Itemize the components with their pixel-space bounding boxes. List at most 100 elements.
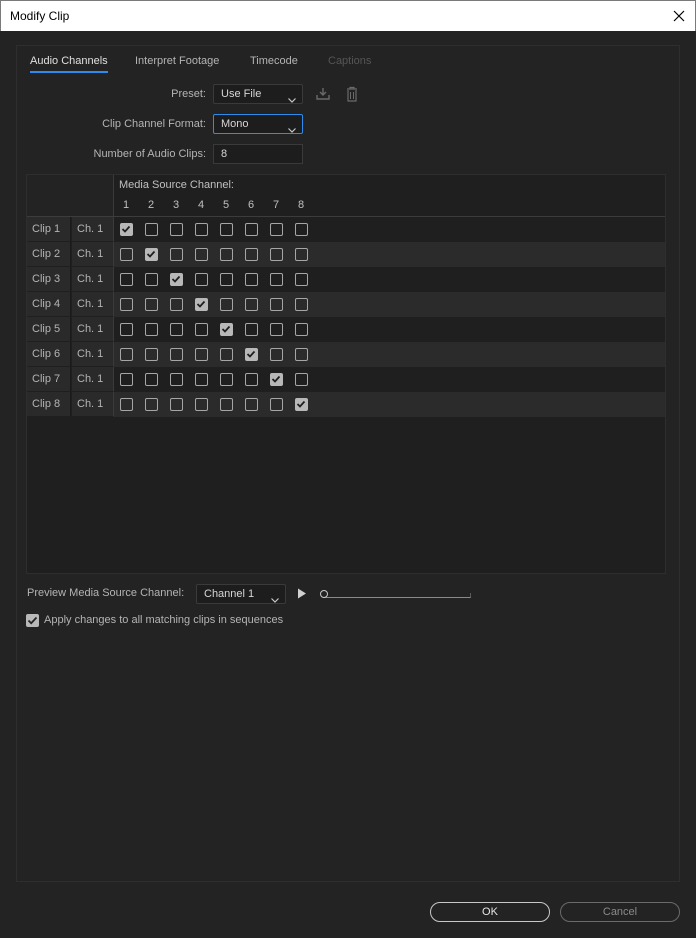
channel-checkbox[interactable] xyxy=(295,323,308,336)
media-source-channel-label: Media Source Channel: xyxy=(119,179,234,191)
channel-checkbox[interactable] xyxy=(295,223,308,236)
channel-checkbox[interactable] xyxy=(170,398,183,411)
channel-checkbox[interactable] xyxy=(145,323,158,336)
channel-checkbox[interactable] xyxy=(120,373,133,386)
channel-checkbox[interactable] xyxy=(245,223,258,236)
preset-dropdown[interactable]: Use File xyxy=(213,84,303,104)
clip-channel-cell: Ch. 1 xyxy=(72,317,114,342)
channel-checkbox[interactable] xyxy=(195,398,208,411)
channel-checkbox[interactable] xyxy=(270,248,283,261)
checkmark-icon xyxy=(246,350,256,358)
clip-channel-format-label: Clip Channel Format: xyxy=(102,118,206,130)
clip-channel-format-dropdown[interactable]: Mono xyxy=(213,114,303,134)
preview-slider-track[interactable] xyxy=(323,593,471,598)
channel-checkbox[interactable] xyxy=(145,248,158,261)
checkmark-icon xyxy=(121,225,131,233)
apply-all-label: Apply changes to all matching clips in s… xyxy=(44,614,284,626)
channel-checkbox[interactable] xyxy=(170,273,183,286)
preview-channel-dropdown[interactable]: Channel 1 xyxy=(196,584,286,604)
channel-checkbox[interactable] xyxy=(295,248,308,261)
ok-button[interactable]: OK xyxy=(430,902,550,922)
channel-checkbox[interactable] xyxy=(220,248,233,261)
channel-checkbox[interactable] xyxy=(170,223,183,236)
column-number: 4 xyxy=(197,199,205,211)
channel-checkbox[interactable] xyxy=(145,373,158,386)
channel-checkbox[interactable] xyxy=(220,373,233,386)
channel-checkbox[interactable] xyxy=(220,348,233,361)
channel-checkbox[interactable] xyxy=(170,348,183,361)
channel-checkbox[interactable] xyxy=(270,323,283,336)
clip-channel-cell: Ch. 1 xyxy=(72,217,114,242)
channel-checkbox[interactable] xyxy=(245,273,258,286)
channel-checkbox[interactable] xyxy=(195,273,208,286)
channel-checkbox[interactable] xyxy=(195,248,208,261)
channel-checkbox[interactable] xyxy=(120,298,133,311)
channel-checkbox[interactable] xyxy=(220,398,233,411)
grid-header-corner xyxy=(27,175,114,216)
channel-checkbox[interactable] xyxy=(145,398,158,411)
channel-checkbox[interactable] xyxy=(195,323,208,336)
channel-checkbox[interactable] xyxy=(245,373,258,386)
channel-checkbox[interactable] xyxy=(295,298,308,311)
close-icon[interactable] xyxy=(667,4,691,28)
column-number: 5 xyxy=(222,199,230,211)
clip-channel-cell: Ch. 1 xyxy=(72,392,114,417)
play-icon[interactable] xyxy=(297,588,307,602)
channel-checkbox[interactable] xyxy=(270,398,283,411)
channel-checkbox[interactable] xyxy=(170,373,183,386)
channel-checkbox[interactable] xyxy=(145,273,158,286)
channel-checkbox[interactable] xyxy=(170,323,183,336)
channel-checkbox[interactable] xyxy=(145,298,158,311)
table-row: Clip 3 Ch. 1 xyxy=(27,267,665,292)
column-number: 2 xyxy=(147,199,155,211)
window-title: Modify Clip xyxy=(10,9,70,23)
table-row: Clip 8 Ch. 1 xyxy=(27,392,665,417)
channel-checkbox[interactable] xyxy=(120,273,133,286)
tab-interpret-footage[interactable]: Interpret Footage xyxy=(135,55,219,71)
channel-checkbox[interactable] xyxy=(270,373,283,386)
channel-checkbox[interactable] xyxy=(195,373,208,386)
channel-checkbox[interactable] xyxy=(120,323,133,336)
channel-checkbox[interactable] xyxy=(120,248,133,261)
channel-checkbox[interactable] xyxy=(120,223,133,236)
channel-checkbox[interactable] xyxy=(220,298,233,311)
channel-checkbox[interactable] xyxy=(270,273,283,286)
preview-channel-value: Channel 1 xyxy=(204,588,255,600)
num-audio-clips-field[interactable]: 8 xyxy=(213,144,303,164)
channel-checkbox[interactable] xyxy=(120,348,133,361)
channel-checkbox[interactable] xyxy=(220,223,233,236)
cancel-button[interactable]: Cancel xyxy=(560,902,680,922)
tab-timecode[interactable]: Timecode xyxy=(250,55,298,71)
channel-checkbox[interactable] xyxy=(170,298,183,311)
channel-checkbox[interactable] xyxy=(245,398,258,411)
channel-checkbox[interactable] xyxy=(295,348,308,361)
channel-checkbox[interactable] xyxy=(195,348,208,361)
clip-channel-cell: Ch. 1 xyxy=(72,242,114,267)
channel-checkbox[interactable] xyxy=(170,248,183,261)
channel-checkbox[interactable] xyxy=(220,273,233,286)
apply-all-checkbox[interactable] xyxy=(26,614,39,627)
channel-checkbox[interactable] xyxy=(245,323,258,336)
channel-checkbox[interactable] xyxy=(120,398,133,411)
channel-checkbox[interactable] xyxy=(145,223,158,236)
channel-checkbox[interactable] xyxy=(295,373,308,386)
channel-checkbox[interactable] xyxy=(245,248,258,261)
tab-audio-channels[interactable]: Audio Channels xyxy=(30,55,108,73)
channel-checkbox[interactable] xyxy=(245,348,258,361)
channel-checkbox[interactable] xyxy=(270,223,283,236)
checkmark-icon xyxy=(296,400,306,408)
channel-checkbox[interactable] xyxy=(220,323,233,336)
preview-slider-handle[interactable] xyxy=(320,590,328,598)
channel-checkbox[interactable] xyxy=(195,223,208,236)
channel-checkbox[interactable] xyxy=(270,348,283,361)
channel-checkbox[interactable] xyxy=(245,298,258,311)
save-preset-icon[interactable] xyxy=(314,86,332,102)
checkmark-icon xyxy=(271,375,281,383)
channel-checkbox[interactable] xyxy=(295,398,308,411)
channel-checkbox[interactable] xyxy=(270,298,283,311)
channel-checkbox[interactable] xyxy=(295,273,308,286)
trash-icon[interactable] xyxy=(344,85,360,103)
channel-checkbox[interactable] xyxy=(195,298,208,311)
table-row: Clip 2 Ch. 1 xyxy=(27,242,665,267)
channel-checkbox[interactable] xyxy=(145,348,158,361)
